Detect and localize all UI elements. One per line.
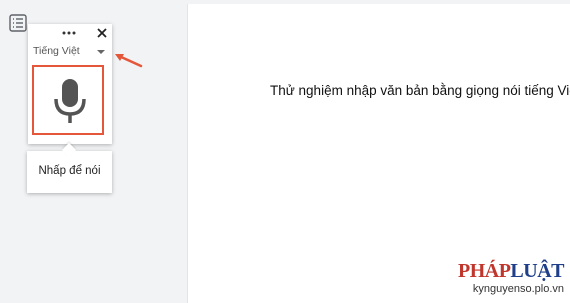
language-label: Tiếng Việt (33, 45, 80, 57)
watermark-logo: PHÁPLUẬT (457, 260, 565, 282)
more-options-icon[interactable] (61, 28, 77, 38)
chevron-down-icon (97, 50, 105, 54)
document-outline-icon[interactable] (9, 14, 27, 32)
annotation-arrow-icon (115, 54, 143, 68)
microphone-button[interactable] (32, 65, 104, 135)
watermark: PHÁPLUẬT kynguyenso.plo.vn (457, 260, 565, 295)
language-select[interactable]: Tiếng Việt (33, 44, 107, 60)
document-page[interactable]: Thử nghiệm nhập văn bản bằng giọng nói t… (187, 4, 570, 303)
watermark-site: kynguyenso.plo.vn (472, 283, 564, 295)
microphone-icon (54, 79, 86, 123)
voice-typing-panel: Tiếng Việt (28, 24, 112, 144)
document-text: Thử nghiệm nhập văn bản bằng giọng nói t… (270, 83, 570, 98)
tooltip-text: Nhấp để nói (38, 165, 101, 177)
click-to-speak-tooltip: Nhấp để nói (27, 142, 112, 193)
tooltip-arrow (61, 142, 77, 158)
close-icon[interactable] (96, 26, 108, 40)
